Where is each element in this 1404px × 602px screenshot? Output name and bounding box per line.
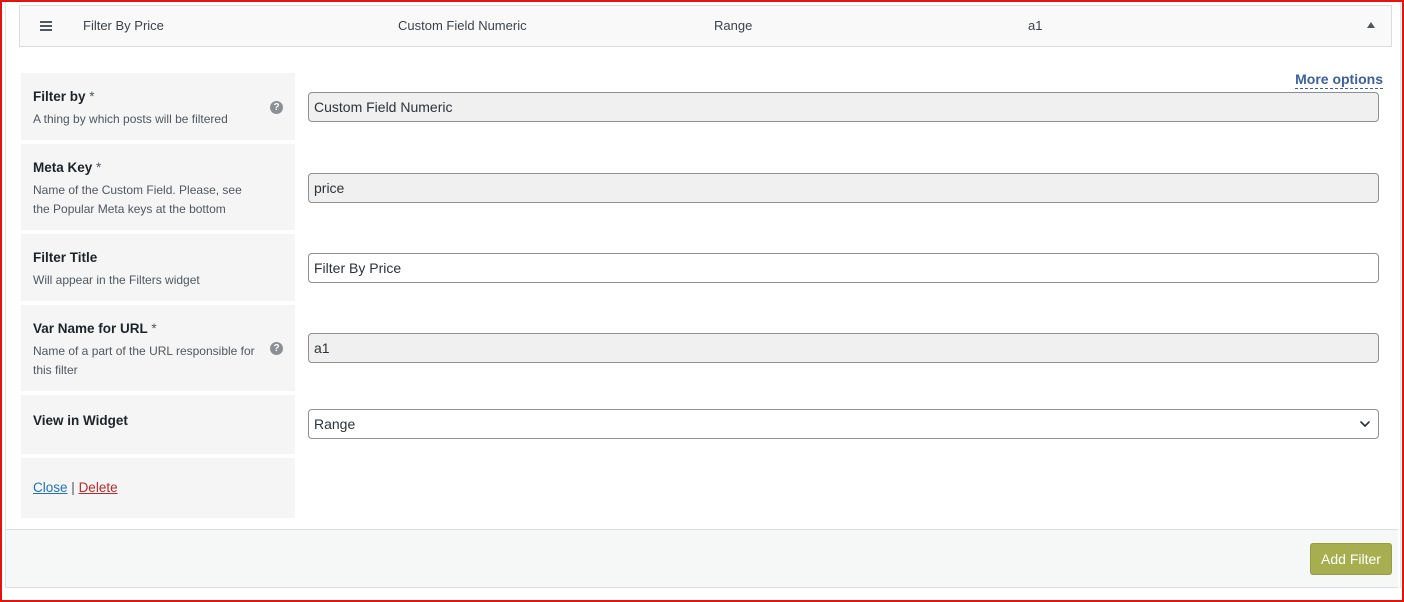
header-filter-by: Custom Field Numeric <box>398 18 527 33</box>
meta-key-label-text: Meta Key <box>33 160 93 175</box>
chevron-down-icon <box>1360 421 1370 427</box>
filter-by-label-block: Filter by * A thing by which posts will … <box>21 73 295 140</box>
required-marker: * <box>96 160 102 175</box>
more-options-link[interactable]: More options <box>1295 71 1383 89</box>
filter-title-label: Filter Title <box>33 250 283 265</box>
var-name-label-block: Var Name for URL * Name of a part of the… <box>21 305 295 391</box>
meta-key-field[interactable]: price <box>308 173 1379 203</box>
footer-bar: Add Filter <box>6 529 1398 588</box>
required-marker: * <box>151 321 157 336</box>
header-view: Range <box>714 18 753 33</box>
hamburger-icon[interactable] <box>40 21 52 31</box>
filter-by-label-text: Filter by <box>33 89 86 104</box>
filter-title-label-text: Filter Title <box>33 250 98 265</box>
filter-title-input[interactable]: Filter By Price <box>308 253 1379 283</box>
add-filter-button[interactable]: Add Filter <box>1310 543 1392 575</box>
meta-key-label-block: Meta Key * Name of the Custom Field. Ple… <box>21 144 295 230</box>
delete-link[interactable]: Delete <box>79 480 118 495</box>
filter-by-field[interactable]: Custom Field Numeric <box>308 92 1379 122</box>
meta-key-label: Meta Key * <box>33 160 283 175</box>
view-in-widget-label-text: View in Widget <box>33 413 128 428</box>
filter-by-label: Filter by * <box>33 89 283 104</box>
actions-separator: | <box>71 480 75 495</box>
required-marker: * <box>89 89 95 104</box>
var-name-label-text: Var Name for URL <box>33 321 148 336</box>
filter-by-description: A thing by which posts will be filtered <box>33 112 228 126</box>
question-circle-icon[interactable]: ? <box>270 342 283 355</box>
header-filter-title: Filter By Price <box>83 18 164 33</box>
header-var-name: a1 <box>1028 18 1043 33</box>
view-in-widget-label: View in Widget <box>33 413 283 428</box>
close-link[interactable]: Close <box>33 480 68 495</box>
view-in-widget-label-block: View in Widget <box>21 395 295 454</box>
var-name-label: Var Name for URL * <box>33 321 283 336</box>
var-name-description: Name of a part of the URL responsible fo… <box>33 344 255 377</box>
view-in-widget-selected-value: Range <box>314 416 356 432</box>
var-name-field[interactable]: a1 <box>308 333 1379 363</box>
meta-key-description: Name of the Custom Field. Please, see th… <box>33 183 242 216</box>
filter-title-label-block: Filter Title Will appear in the Filters … <box>21 234 295 301</box>
question-circle-icon[interactable]: ? <box>270 101 283 114</box>
view-in-widget-select[interactable]: Range <box>308 409 1379 439</box>
caret-up-icon[interactable] <box>1367 22 1375 28</box>
filter-header-row[interactable]: Filter By Price Custom Field Numeric Ran… <box>19 5 1392 47</box>
filter-panel: Filter By Price Custom Field Numeric Ran… <box>5 0 1401 588</box>
filter-title-description: Will appear in the Filters widget <box>33 273 200 287</box>
actions-block: Close | Delete <box>21 458 295 518</box>
